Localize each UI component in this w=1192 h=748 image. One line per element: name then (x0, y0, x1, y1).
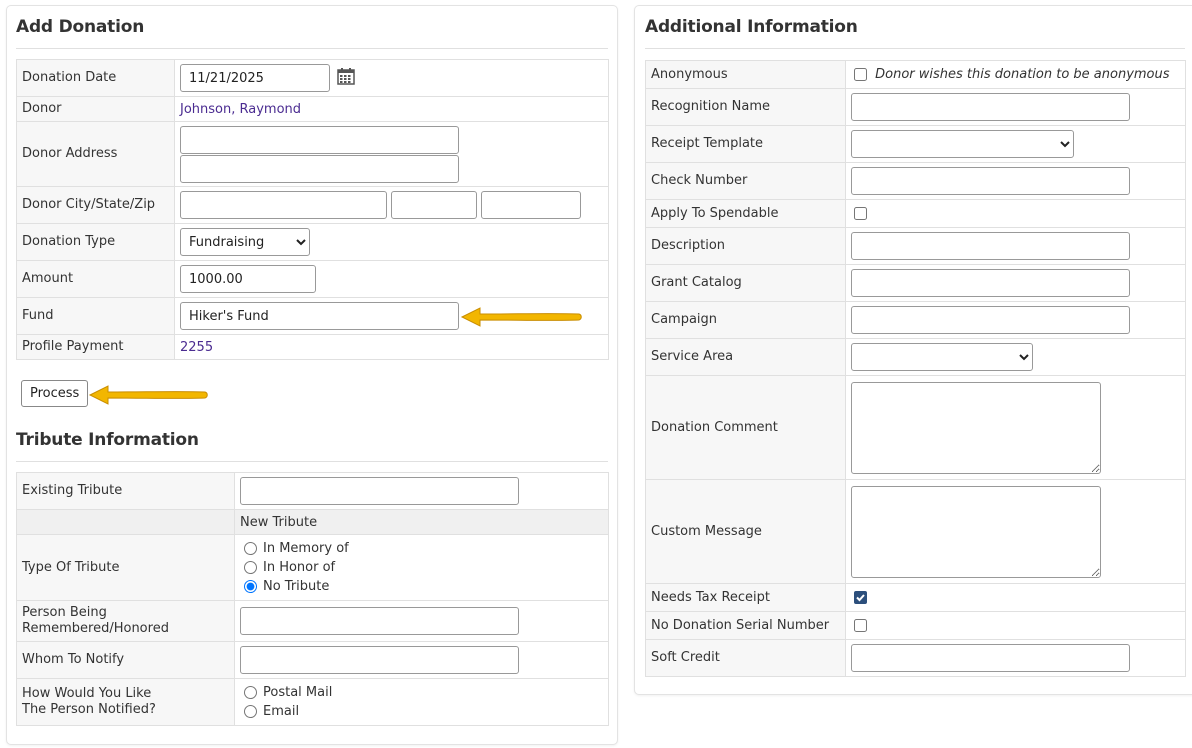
apply-spendable-checkbox[interactable] (854, 207, 867, 220)
checkmark-icon (856, 594, 865, 602)
donation-date-input[interactable] (180, 64, 330, 92)
profile-payment-label: Profile Payment (16, 334, 175, 360)
new-tribute-heading: New Tribute (234, 509, 609, 535)
donation-date-label: Donation Date (16, 59, 175, 97)
person-remembered-label-line1: Person Being (22, 605, 107, 620)
divider (16, 461, 608, 462)
postal-mail-label: Postal Mail (263, 685, 333, 700)
annotation-arrow-icon (88, 385, 208, 405)
tribute-title: Tribute Information (16, 430, 199, 450)
in-memory-radio[interactable] (244, 542, 257, 555)
person-remembered-label-line2: Remembered/Honored (22, 621, 169, 636)
check-number-label: Check Number (645, 162, 846, 200)
email-radio[interactable] (244, 705, 257, 718)
additional-info-title: Additional Information (645, 17, 858, 37)
radio-email[interactable]: Email (240, 702, 603, 721)
donor-city-state-zip-label: Donor City/State/Zip (16, 186, 175, 224)
donation-type-select[interactable]: Fundraising (180, 228, 310, 256)
type-of-tribute-label: Type Of Tribute (16, 534, 235, 601)
person-remembered-input[interactable] (240, 607, 519, 635)
whom-to-notify-input[interactable] (240, 646, 519, 674)
in-honor-label: In Honor of (263, 560, 336, 575)
soft-credit-label: Soft Credit (645, 639, 846, 677)
grant-catalog-input[interactable] (851, 269, 1130, 297)
recognition-name-label: Recognition Name (645, 88, 846, 126)
additional-info-table: Anonymous Donor wishes this donation to … (645, 60, 1186, 677)
tribute-form-table: Existing Tribute New Tribute Type Of Tri… (16, 472, 609, 726)
divider (16, 48, 608, 49)
fund-label: Fund (16, 297, 175, 335)
radio-in-honor[interactable]: In Honor of (240, 558, 603, 577)
type-of-tribute-radio-group: In Memory of In Honor of No Tribute (234, 534, 609, 601)
description-label: Description (645, 227, 846, 265)
needs-tax-receipt-checkbox[interactable] (854, 591, 867, 604)
amount-input[interactable] (180, 265, 316, 293)
profile-payment-link[interactable]: 2255 (180, 340, 213, 355)
anonymous-checkbox[interactable] (854, 68, 867, 81)
receipt-template-select[interactable] (851, 130, 1074, 158)
recognition-name-input[interactable] (851, 93, 1130, 121)
donor-state-input[interactable] (391, 191, 478, 219)
apply-spendable-label: Apply To Spendable (645, 199, 846, 228)
receipt-template-label: Receipt Template (645, 125, 846, 163)
anonymous-description: Donor wishes this donation to be anonymo… (875, 67, 1170, 82)
email-label: Email (263, 704, 300, 719)
donor-address-line1-input[interactable] (180, 125, 459, 154)
annotation-arrow-icon (460, 307, 582, 327)
donation-comment-textarea[interactable] (851, 381, 1101, 474)
how-notified-radio-group: Postal Mail Email (234, 678, 609, 726)
no-tribute-label: No Tribute (263, 579, 330, 594)
description-input[interactable] (851, 232, 1130, 260)
postal-mail-radio[interactable] (244, 686, 257, 699)
fund-input[interactable] (180, 302, 459, 330)
existing-tribute-label: Existing Tribute (16, 472, 235, 510)
in-honor-radio[interactable] (244, 561, 257, 574)
donor-address-line2-input[interactable] (180, 154, 459, 183)
divider (645, 48, 1185, 49)
donation-comment-label: Donation Comment (645, 375, 846, 480)
donor-address-label: Donor Address (16, 121, 175, 187)
radio-no-tribute[interactable]: No Tribute (240, 577, 603, 596)
how-notified-label-line2: The Person Notified? (22, 702, 156, 717)
how-notified-label: How Would You Like The Person Notified? (16, 678, 235, 726)
donation-type-label: Donation Type (16, 223, 175, 261)
no-tribute-radio[interactable] (244, 580, 257, 593)
donor-label: Donor (16, 96, 175, 122)
custom-message-textarea[interactable] (851, 485, 1101, 578)
process-button[interactable]: Process (21, 380, 89, 407)
new-tribute-spacer (16, 509, 235, 535)
no-serial-label: No Donation Serial Number (645, 611, 846, 640)
how-notified-label-line1: How Would You Like (22, 686, 152, 701)
amount-label: Amount (16, 260, 175, 298)
donor-zip-input[interactable] (481, 191, 582, 219)
radio-postal-mail[interactable]: Postal Mail (240, 683, 603, 702)
soft-credit-input[interactable] (851, 644, 1130, 672)
campaign-label: Campaign (645, 301, 846, 339)
add-donation-title: Add Donation (16, 17, 145, 37)
radio-in-memory[interactable]: In Memory of (240, 539, 603, 558)
existing-tribute-input[interactable] (240, 477, 519, 505)
no-serial-checkbox[interactable] (854, 619, 867, 632)
grant-catalog-label: Grant Catalog (645, 264, 846, 302)
campaign-input[interactable] (851, 306, 1130, 334)
check-number-input[interactable] (851, 167, 1130, 195)
donor-city-input[interactable] (180, 191, 387, 219)
anonymous-label: Anonymous (645, 60, 846, 89)
service-area-select[interactable] (851, 343, 1033, 371)
whom-to-notify-label: Whom To Notify (16, 641, 235, 679)
needs-tax-receipt-label: Needs Tax Receipt (645, 583, 846, 612)
calendar-icon[interactable] (337, 67, 355, 89)
service-area-label: Service Area (645, 338, 846, 376)
custom-message-label: Custom Message (645, 479, 846, 584)
person-remembered-label: Person Being Remembered/Honored (16, 600, 235, 642)
in-memory-label: In Memory of (263, 541, 349, 556)
donor-link[interactable]: Johnson, Raymond (180, 102, 301, 117)
